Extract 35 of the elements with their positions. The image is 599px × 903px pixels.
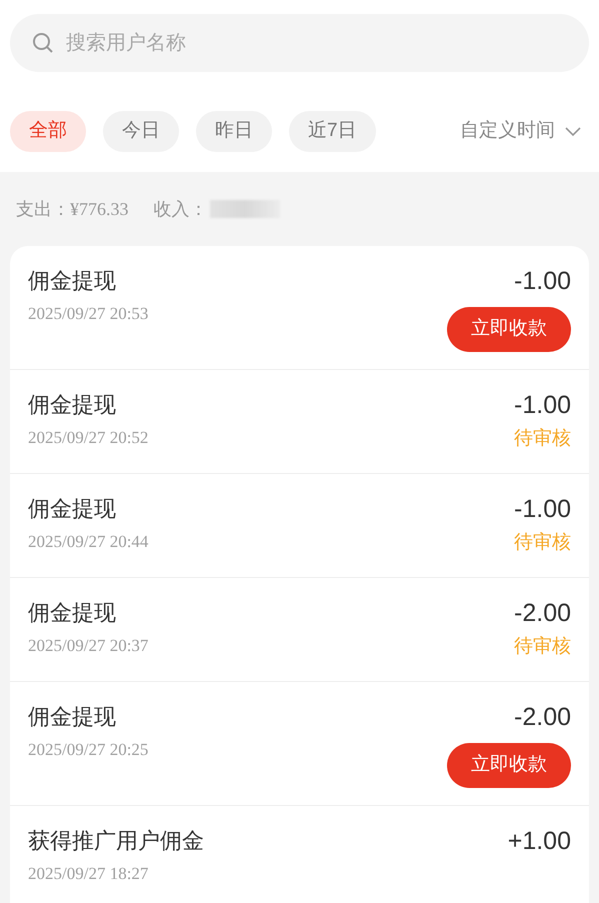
record-title: 佣金提现 [28, 495, 117, 523]
status-text: 待审核 [514, 635, 571, 659]
record-amount: -2.00 [514, 598, 571, 628]
status-text: 待审核 [514, 531, 571, 555]
record-title: 佣金提现 [28, 703, 117, 731]
redacted-value [210, 200, 280, 218]
record-amount: -2.00 [514, 702, 571, 732]
record-title: 佣金提现 [28, 267, 117, 295]
record-time: 2025/09/27 20:37 [28, 635, 148, 657]
income-label: 收入： [154, 198, 208, 220]
record-title: 获得推广用户佣金 [28, 827, 204, 855]
record-amount: -1.00 [514, 494, 571, 524]
chevron-down-icon [565, 126, 581, 136]
expense-value: ¥776.33 [70, 198, 128, 220]
record-time: 2025/09/27 20:44 [28, 531, 148, 553]
record-amount: -1.00 [514, 390, 571, 420]
record-time: 2025/09/27 20:52 [28, 427, 148, 449]
search-field[interactable]: 搜索用户名称 [10, 14, 589, 72]
record-amount: -1.00 [514, 266, 571, 296]
record-amount: +1.00 [508, 826, 571, 856]
record-time: 2025/09/27 18:27 [28, 863, 150, 885]
record-title: 佣金提现 [28, 599, 117, 627]
filter-tab[interactable]: 昨日 [196, 111, 272, 152]
record-time: 2025/09/27 20:25 [28, 739, 148, 761]
record-time: 2025/09/27 20:53 [28, 303, 148, 325]
filter-tab[interactable]: 今日 [103, 111, 179, 152]
collect-button[interactable]: 立即收款 [447, 307, 571, 352]
status-text: 待审核 [514, 427, 571, 451]
record-title: 佣金提现 [28, 391, 117, 419]
collect-button[interactable]: 立即收款 [447, 743, 571, 788]
expense-label: 支出： [16, 198, 70, 220]
filter-tab[interactable]: 近7日 [289, 111, 376, 152]
filter-tab[interactable]: 全部 [10, 111, 86, 152]
search-icon [32, 32, 54, 54]
custom-time-link[interactable]: 自定义时间 [460, 117, 555, 146]
